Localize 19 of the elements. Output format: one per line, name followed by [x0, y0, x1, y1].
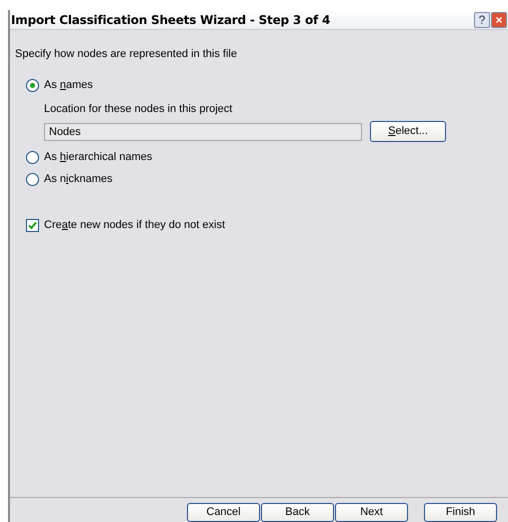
checkbox[interactable] [26, 218, 39, 232]
wizard-button[interactable]: Finish [424, 503, 497, 522]
radio-label[interactable]: As nicknames [44, 170, 112, 188]
wizard-button[interactable]: Back [261, 503, 334, 522]
radio-button[interactable] [26, 150, 39, 164]
wizard-button[interactable]: Next [335, 503, 408, 522]
prompt-text: Specify how nodes are represented in this file [15, 47, 238, 62]
window-title: Import Classification Sheets Wizard - Step 3 of 4 [11, 12, 332, 28]
help-button[interactable]: ? [474, 12, 490, 28]
close-button[interactable]: × [491, 12, 507, 28]
radio-label[interactable]: As hierarchical names [44, 148, 152, 166]
wizard-button[interactable]: Cancel [187, 503, 260, 522]
radio-button[interactable] [26, 172, 39, 186]
location-field[interactable]: Nodes [44, 122, 362, 140]
radio-label[interactable]: As names [44, 77, 93, 94]
location-label: Location for these nodes in this project [44, 102, 234, 116]
radio-button[interactable] [26, 79, 39, 92]
select-button[interactable]: Select... [370, 121, 446, 142]
checkbox-label[interactable]: Create new nodes if they do not exist [44, 216, 226, 234]
